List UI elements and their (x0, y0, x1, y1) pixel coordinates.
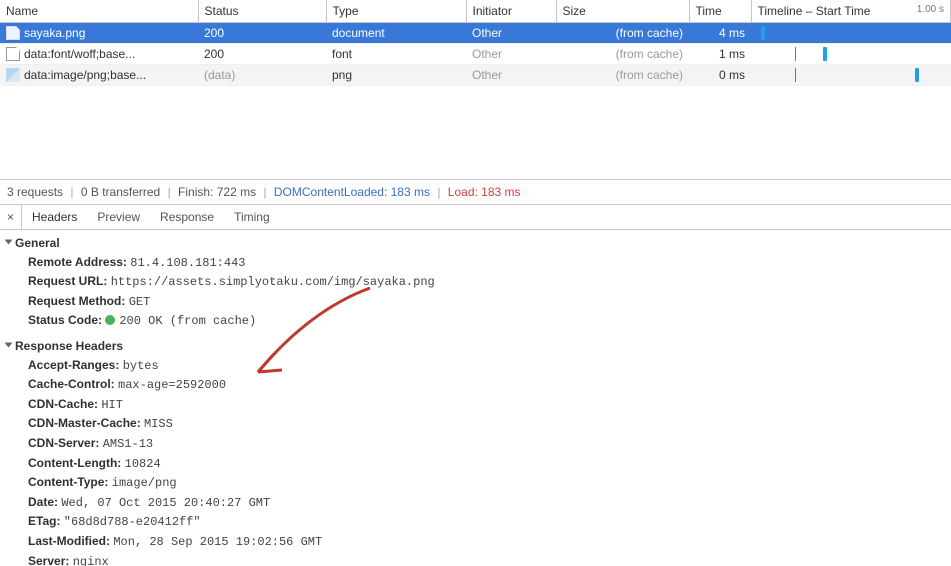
cell-size: (from cache) (556, 44, 689, 65)
status-dot-icon (105, 315, 115, 325)
kv-header: Date: Wed, 07 Oct 2015 20:40:27 GMT (6, 493, 945, 513)
timeline-end-label: 1.00 s (917, 4, 944, 15)
table-row[interactable]: sayaka.png 200 document Other (from cach… (0, 23, 951, 44)
status-dcl: DOMContentLoaded: 183 ms (274, 185, 430, 199)
section-general[interactable]: General (6, 234, 945, 253)
kv-status-code: Status Code: 200 OK (from cache) (6, 311, 945, 331)
section-title: General (15, 236, 60, 250)
cell-name: data:image/png;base... (24, 68, 146, 82)
chevron-down-icon (5, 240, 13, 245)
col-size[interactable]: Size (556, 0, 689, 23)
tab-headers[interactable]: Headers (22, 205, 87, 229)
cell-name: sayaka.png (24, 26, 85, 40)
col-type[interactable]: Type (326, 0, 466, 23)
cell-status: (data) (198, 65, 326, 86)
cell-type: document (326, 23, 466, 44)
kv-header: CDN-Server: AMS1-13 (6, 434, 945, 454)
cell-time: 1 ms (689, 44, 751, 65)
timeline-cell (757, 26, 945, 40)
col-time[interactable]: Time (689, 0, 751, 23)
kv-header: CDN-Master-Cache: MISS (6, 414, 945, 434)
col-initiator[interactable]: Initiator (466, 0, 556, 23)
table-row[interactable]: data:font/woff;base... 200 font Other (f… (0, 44, 951, 65)
timeline-cell (757, 68, 945, 82)
timeline-cell (757, 47, 945, 61)
chevron-down-icon (5, 342, 13, 347)
file-icon (6, 26, 20, 40)
tab-preview[interactable]: Preview (87, 205, 150, 229)
kv-header: Cache-Control: max-age=2592000 (6, 375, 945, 395)
cell-initiator: Other (466, 44, 556, 65)
kv-header: Content-Type: image/png (6, 473, 945, 493)
network-table[interactable]: Name Status Type Initiator Size Time Tim… (0, 0, 951, 86)
timeline-label: Timeline – Start Time (758, 4, 871, 18)
tab-timing[interactable]: Timing (224, 205, 280, 229)
kv-request-url: Request URL: https://assets.simplyotaku.… (6, 272, 945, 292)
kv-header: Server: nginx (6, 552, 945, 566)
kv-request-method: Request Method: GET (6, 292, 945, 312)
status-bar: 3 requests | 0 B transferred | Finish: 7… (0, 180, 951, 205)
kv-header: CDN-Cache: HIT (6, 395, 945, 415)
table-empty-area (0, 86, 951, 180)
image-icon (6, 68, 20, 82)
section-title: Response Headers (15, 339, 123, 353)
cell-size: (from cache) (556, 65, 689, 86)
cell-initiator: Other (466, 65, 556, 86)
status-load: Load: 183 ms (448, 185, 521, 199)
cell-name: data:font/woff;base... (24, 47, 135, 61)
col-name[interactable]: Name (0, 0, 198, 23)
tab-response[interactable]: Response (150, 205, 224, 229)
kv-header: Content-Length: 10824 (6, 454, 945, 474)
status-transferred: 0 B transferred (81, 185, 160, 199)
kv-header: Accept-Ranges: bytes (6, 356, 945, 376)
cell-status: 200 (198, 44, 326, 65)
details-tabs: × Headers Preview Response Timing (0, 205, 951, 230)
cell-time: 0 ms (689, 65, 751, 86)
status-requests: 3 requests (7, 185, 63, 199)
close-icon[interactable]: × (0, 205, 22, 229)
cell-status: 200 (198, 23, 326, 44)
cell-initiator: Other (466, 23, 556, 44)
cell-type: png (326, 65, 466, 86)
col-timeline[interactable]: Timeline – Start Time 1.00 s (751, 0, 951, 23)
cell-type: font (326, 44, 466, 65)
col-status[interactable]: Status (198, 0, 326, 23)
status-finish: Finish: 722 ms (178, 185, 256, 199)
section-response-headers[interactable]: Response Headers (6, 337, 945, 356)
kv-remote-address: Remote Address: 81.4.108.181:443 (6, 253, 945, 273)
cell-size: (from cache) (556, 23, 689, 44)
cell-time: 4 ms (689, 23, 751, 44)
table-row[interactable]: data:image/png;base... (data) png Other … (0, 65, 951, 86)
file-icon (6, 47, 20, 61)
headers-panel: General Remote Address: 81.4.108.181:443… (0, 230, 951, 566)
kv-header: ETag: "68d8d788-e20412ff" (6, 512, 945, 532)
